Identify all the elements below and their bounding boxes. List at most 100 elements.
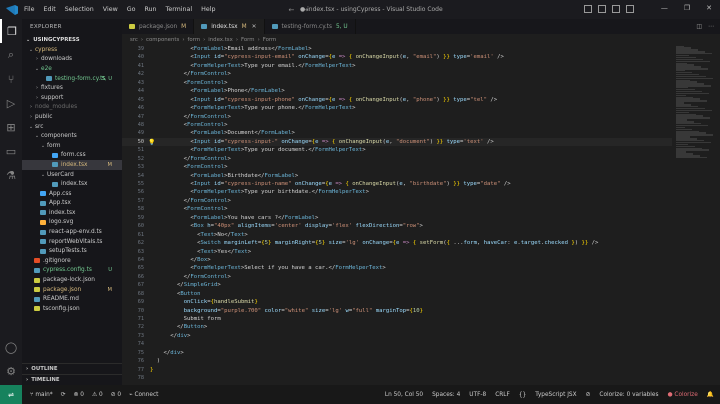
encoding[interactable]: UTF-8	[469, 392, 486, 398]
outline-section[interactable]: › OUTLINE	[22, 363, 122, 373]
breadcrumb-item[interactable]: Form	[241, 37, 255, 43]
colorize-status[interactable]: Colorize: 0 variables	[599, 392, 658, 398]
code-line[interactable]: 68 <Button	[122, 290, 672, 298]
tree-item[interactable]: ⌄ e2e	[22, 64, 122, 74]
toggle-panel-icon[interactable]	[598, 5, 606, 13]
go-live-icon[interactable]: ⊘	[586, 392, 591, 398]
code-line[interactable]: 63 <Text>Yes</Text>	[122, 248, 672, 256]
close-window-icon[interactable]: ✕	[706, 4, 712, 12]
explorer-icon[interactable]: ❐	[0, 19, 22, 43]
tree-item[interactable]: index.tsx	[22, 179, 122, 189]
more-actions-icon[interactable]: ⋯	[708, 23, 714, 30]
tree-item[interactable]: package.json M	[22, 285, 122, 295]
language-mode[interactable]: TypeScript JSX	[535, 392, 576, 398]
tree-item[interactable]: › public	[22, 112, 122, 122]
code-line[interactable]: 59 <FormLabel>You have cars ?</FormLabel…	[122, 214, 672, 222]
code-line[interactable]: 64 </Box>	[122, 256, 672, 264]
breadcrumb-item[interactable]: index.tsx	[208, 37, 233, 43]
code-line[interactable]: 65 <FormHelperText>Select if you have a …	[122, 264, 672, 272]
line-ending[interactable]: CRLF	[495, 392, 510, 398]
code-line[interactable]: 46 <FormHelperText>Type your phone.</For…	[122, 104, 672, 112]
code-line[interactable]: 58 <FormControl>	[122, 205, 672, 213]
minimize-icon[interactable]: —	[661, 4, 668, 12]
menu-run[interactable]: Run	[144, 6, 156, 13]
code-line[interactable]: 50 💡 <Input id="cypress-input-" onChange=…	[122, 137, 672, 147]
back-arrow-icon[interactable]: ←	[289, 6, 295, 14]
toggle-secondary-sidebar-icon[interactable]	[612, 5, 620, 13]
code-line[interactable]: 76 )	[122, 357, 672, 365]
tree-item[interactable]: › fixtures	[22, 83, 122, 93]
close-tab-icon[interactable]: ✕	[252, 24, 257, 30]
remote-explorer-icon[interactable]: ▭	[0, 139, 22, 163]
search-icon[interactable]: ⌕	[0, 43, 22, 67]
timeline-section[interactable]: › TIMELINE	[22, 374, 122, 384]
tree-item[interactable]: index.tsx	[22, 208, 122, 218]
tree-item[interactable]: ⌄ cypress	[22, 45, 122, 55]
code-line[interactable]: 54 <FormLabel>Birthdate</FormLabel>	[122, 172, 672, 180]
code-editor[interactable]: 39 <FormLabel>Email address</FormLabel> 4…	[122, 45, 672, 385]
menu-file[interactable]: File	[24, 6, 35, 13]
braces-icon[interactable]: {}	[519, 392, 526, 398]
tree-item[interactable]: ⌄ components	[22, 131, 122, 141]
tree-item[interactable]: README.md	[22, 294, 122, 304]
connect-button[interactable]: ⌁ Connect	[129, 392, 158, 398]
tree-item[interactable]: index.tsx M	[22, 160, 122, 170]
code-line[interactable]: 42 </FormControl>	[122, 70, 672, 78]
tree-item[interactable]: › downloads	[22, 55, 122, 65]
code-line[interactable]: 75 </div>	[122, 349, 672, 357]
code-line[interactable]: 69 onClick={handleSubmit}	[122, 298, 672, 306]
maximize-icon[interactable]: ❐	[684, 4, 690, 12]
code-line[interactable]: 53 <FormControl>	[122, 163, 672, 171]
source-control-icon[interactable]: ⑂	[0, 67, 22, 91]
code-line[interactable]: 71 Submit form	[122, 315, 672, 323]
menu-selection[interactable]: Selection	[65, 6, 94, 13]
code-line[interactable]: 77}	[122, 366, 672, 374]
tree-item[interactable]: App.css	[22, 189, 122, 199]
tree-item[interactable]: react-app-env.d.ts	[22, 227, 122, 237]
code-line[interactable]: 78	[122, 374, 672, 382]
code-line[interactable]: 57 </FormControl>	[122, 197, 672, 205]
code-line[interactable]: 56 <FormHelperText>Type your birthdate.<…	[122, 188, 672, 196]
code-line[interactable]: 41 <FormHelperText>Type your email.</For…	[122, 62, 672, 70]
menu-help[interactable]: Help	[201, 6, 215, 13]
menu-edit[interactable]: Edit	[44, 6, 56, 13]
code-line[interactable]: 61 <Text>No</Text>	[122, 231, 672, 239]
minimap[interactable]	[672, 45, 720, 385]
code-line[interactable]: 49 <FormLabel>Document</FormLabel>	[122, 129, 672, 137]
split-editor-icon[interactable]: ◫	[696, 23, 702, 30]
ports-count[interactable]: ⊘ 0	[111, 392, 121, 398]
tree-item[interactable]: tsconfig.json	[22, 304, 122, 314]
colorize-button[interactable]: ● Colorize	[668, 392, 698, 398]
workspace-root[interactable]: ⌄ USINGCYPRESS	[22, 35, 122, 45]
editor-tab[interactable]: testing-form.cy.ts 5, U	[265, 19, 356, 34]
tree-item[interactable]: ⌄ form	[22, 141, 122, 151]
code-line[interactable]: 43 <FormControl>	[122, 79, 672, 87]
tree-item[interactable]: form.css	[22, 151, 122, 161]
breadcrumb-item[interactable]: Form	[263, 37, 277, 43]
code-line[interactable]: 39 <FormLabel>Email address</FormLabel>	[122, 45, 672, 53]
menu-terminal[interactable]: Terminal	[166, 6, 193, 13]
code-line[interactable]: 67 </SimpleGrid>	[122, 281, 672, 289]
code-line[interactable]: 73 </div>	[122, 332, 672, 340]
breadcrumb-item[interactable]: src	[130, 37, 138, 43]
tree-item[interactable]: App.tsx	[22, 199, 122, 209]
menu-view[interactable]: View	[103, 6, 118, 13]
notifications-bell-icon[interactable]: 🔔	[707, 392, 714, 398]
code-line[interactable]: 48 <FormControl>	[122, 121, 672, 129]
settings-gear-icon[interactable]: ⚙	[0, 359, 22, 383]
customize-layout-icon[interactable]	[626, 5, 634, 13]
tree-item[interactable]: › support	[22, 93, 122, 103]
testing-icon[interactable]: ⚗	[0, 163, 22, 187]
tree-item[interactable]: logo.svg	[22, 218, 122, 228]
editor-tab[interactable]: index.tsx M ✕	[194, 19, 265, 34]
remote-indicator-icon[interactable]: ⇌	[0, 385, 22, 404]
breadcrumb-item[interactable]: components	[146, 37, 179, 43]
code-line[interactable]: 51 <FormHelperText>Type your document.</…	[122, 146, 672, 154]
code-line[interactable]: 47 </FormControl>	[122, 113, 672, 121]
errors-count[interactable]: ⊗ 0	[74, 392, 84, 398]
branch-indicator[interactable]: ⑂ main*	[30, 392, 53, 398]
editor-tab[interactable]: package.json M	[122, 19, 195, 34]
code-line[interactable]: 70 background="purple.700" color="white"…	[122, 307, 672, 315]
code-line[interactable]: 62 <Switch marginLeft={5} marginRight={5…	[122, 239, 672, 247]
code-line[interactable]: 66 </FormControl>	[122, 273, 672, 281]
